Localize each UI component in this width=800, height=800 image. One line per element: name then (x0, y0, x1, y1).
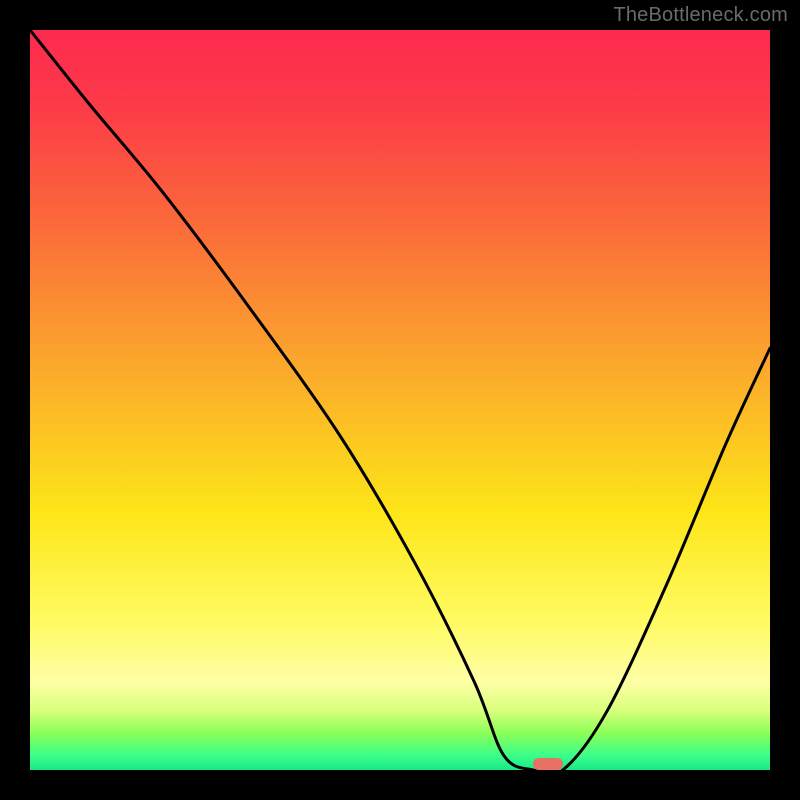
chart-frame: TheBottleneck.com (0, 0, 800, 800)
plot-area (30, 30, 770, 770)
optimal-marker (533, 758, 563, 770)
watermark-text: TheBottleneck.com (613, 4, 788, 27)
bottleneck-curve (30, 30, 770, 770)
